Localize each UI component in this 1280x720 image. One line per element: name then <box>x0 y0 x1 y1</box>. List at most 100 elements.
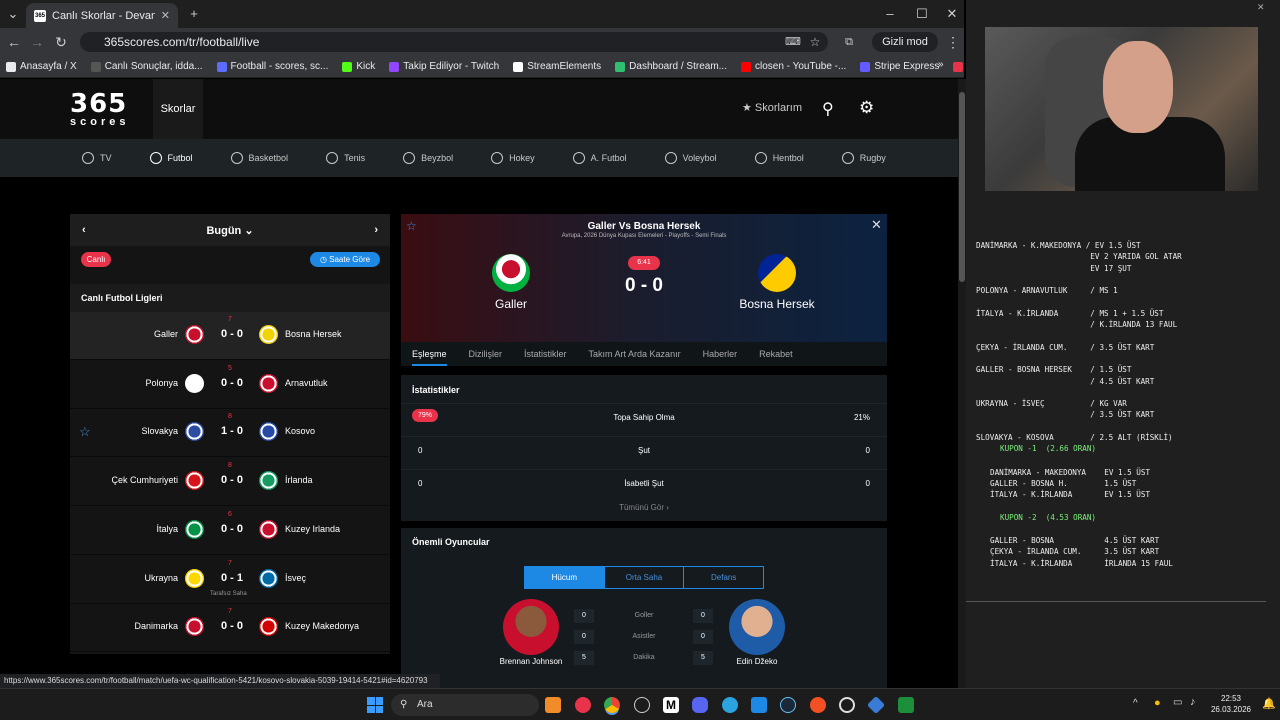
match-tab[interactable]: Eşleşme <box>412 349 447 366</box>
sport-tab-1[interactable]: Futbol <box>149 152 193 164</box>
match-row[interactable]: 6 İtalya 0 - 0 Kuzey Irlanda <box>70 506 390 555</box>
bookmark-item[interactable]: Football - scores, sc... <box>216 61 328 72</box>
sport-tab-7[interactable]: Voleybol <box>664 152 717 164</box>
discord-icon[interactable] <box>692 697 708 713</box>
match-row[interactable]: 7 Galler 0 - 0 Bosna Hersek <box>70 312 390 360</box>
steam-icon[interactable] <box>780 697 796 713</box>
match-tab[interactable]: Haberler <box>703 349 738 359</box>
address-bar[interactable]: 365scores.com/tr/football/live <box>80 32 828 52</box>
bookmark-item[interactable]: Takip Ediliyor - Twitch <box>389 61 499 72</box>
bookmark-item[interactable]: Kick <box>342 61 375 72</box>
back-icon[interactable]: ← <box>5 33 23 51</box>
menu-icon[interactable]: ⋮ <box>944 33 962 51</box>
match-row[interactable]: ☆ 8 Slovakya 1 - 0 Kosovo <box>70 409 390 458</box>
bookmark-item[interactable]: Canlı Sonuçlar, idda... <box>90 61 203 72</box>
away-flag-icon <box>259 471 278 491</box>
sport-tab-5[interactable]: Hokey <box>491 152 535 164</box>
position-tab[interactable]: Orta Saha <box>605 567 685 588</box>
match-score: 0 - 0 <box>220 620 243 633</box>
sport-tab-6[interactable]: A. Futbol <box>572 152 627 164</box>
settings-gear-icon[interactable] <box>839 697 855 713</box>
forward-icon[interactable]: → <box>28 33 46 51</box>
new-tab-icon[interactable]: + <box>184 5 204 23</box>
bookmark-item[interactable]: Dashboard / Stream... <box>615 61 727 72</box>
sport-tab-2[interactable]: Basketbol <box>230 152 288 164</box>
reload-icon[interactable]: ↻ <box>52 33 70 51</box>
app-m-icon[interactable]: M <box>663 697 679 713</box>
notifications-icon[interactable]: 🔔 <box>1262 697 1276 710</box>
taskbar-search[interactable]: ⚲ Ara <box>391 694 539 716</box>
microphone-icon[interactable]: ● <box>1154 697 1161 709</box>
match-row[interactable]: 8 Çek Cumhuriyeti 0 - 0 İrlanda <box>70 458 390 507</box>
telegram-icon[interactable] <box>722 697 738 713</box>
network-icon[interactable]: ▭ <box>1173 697 1182 708</box>
extensions-icon[interactable]: ⧉ <box>840 33 858 51</box>
bookmark-item[interactable]: Streamer Dashboard <box>953 61 964 72</box>
away-player-stat: 0 <box>693 609 713 623</box>
sort-by-time-button[interactable]: ◷ Saate Göre <box>310 252 380 267</box>
tab-list-icon[interactable]: ⌄ <box>3 5 23 23</box>
bookmark-item[interactable]: Stripe Express <box>860 61 939 72</box>
my-scores-link[interactable]: ★ Skorlarım <box>742 101 802 114</box>
match-score: 0 - 1 <box>220 571 243 584</box>
match-row[interactable]: 7 Danimarka 0 - 0 Kuzey Makedonya <box>70 604 390 653</box>
minimize-icon[interactable]: – <box>880 5 900 23</box>
date-selector[interactable]: Bugün ⌄ <box>206 224 253 237</box>
sport-icon <box>230 152 243 164</box>
stat-label: İsabetli Şut <box>624 479 664 488</box>
home-flag-icon <box>185 422 204 442</box>
tray-overflow-icon[interactable]: ^ <box>1133 698 1138 709</box>
ea-icon[interactable] <box>810 697 826 713</box>
scrollbar-thumb[interactable] <box>959 92 965 282</box>
sport-tab-0[interactable]: TV <box>82 152 112 164</box>
player-stat-label: Asistler <box>632 633 656 640</box>
home-player-avatar[interactable] <box>503 599 559 655</box>
match-tab[interactable]: Dizilişler <box>469 349 503 359</box>
bookmarks-more-icon[interactable]: » <box>938 59 944 70</box>
away-player-avatar[interactable] <box>729 599 785 655</box>
favorite-star-icon[interactable]: ☆ <box>79 424 91 440</box>
maximize-icon[interactable]: ☐ <box>912 5 932 23</box>
chrome-icon[interactable] <box>604 697 620 713</box>
next-day-icon[interactable]: › <box>374 224 378 236</box>
bookmark-item[interactable]: closen - YouTube -... <box>740 61 846 72</box>
search-icon[interactable]: ⚲ <box>822 99 834 119</box>
obs-icon[interactable] <box>634 697 650 713</box>
sport-icon <box>664 152 677 164</box>
prev-day-icon[interactable]: ‹ <box>82 224 86 236</box>
nav-skorlar[interactable]: Skorlar <box>153 79 203 139</box>
incognito-badge[interactable]: Gizli mod <box>872 32 938 52</box>
windows-start-icon[interactable] <box>367 697 383 713</box>
position-tab[interactable]: Defans <box>684 567 763 588</box>
sport-tab-4[interactable]: Beyzbol <box>403 152 453 164</box>
sport-tab-3[interactable]: Tenis <box>326 152 365 164</box>
bookmark-item[interactable]: Anasayfa / X <box>6 61 77 72</box>
site-logo[interactable]: 365 scores <box>70 91 142 128</box>
volume-icon[interactable]: ♪ <box>1190 696 1196 708</box>
close-window-icon[interactable]: ✕ <box>942 5 962 23</box>
match-tab[interactable]: Takım Art Arda Kazanır <box>589 349 681 359</box>
match-tab[interactable]: Rekabet <box>759 349 793 359</box>
sport-tab-8[interactable]: Hentbol <box>754 152 804 164</box>
position-tab[interactable]: Hücum <box>525 567 605 588</box>
sport-tab-9[interactable]: Rugby <box>841 152 886 164</box>
live-filter-button[interactable]: Canlı <box>81 252 111 267</box>
match-row[interactable]: 5 Polonya 0 - 0 Arnavutluk <box>70 360 390 409</box>
media-player-icon[interactable] <box>575 697 591 713</box>
close-tab-icon[interactable]: ✕ <box>161 9 170 22</box>
vlc-icon[interactable] <box>545 697 561 713</box>
match-row[interactable]: 7 Ukrayna 0 - 1 İsveç Tarafsız Saha <box>70 555 390 604</box>
bookmark-item[interactable]: StreamElements <box>513 61 601 72</box>
excel-icon[interactable] <box>898 697 914 713</box>
clock[interactable]: 22:53 26.03.2026 <box>1208 693 1254 715</box>
translate-icon[interactable]: ⌨ <box>784 33 802 51</box>
settings-gear-icon[interactable]: ⚙ <box>859 98 874 118</box>
bookmark-star-icon[interactable]: ☆ <box>806 33 824 51</box>
browser-tab[interactable]: 365 Canlı Skorlar - Devam eden ma... ✕ <box>26 3 178 28</box>
mail-icon[interactable] <box>751 697 767 713</box>
home-flag-icon <box>185 325 204 344</box>
close-icon[interactable]: ✕ <box>871 217 882 233</box>
app-diamond-icon[interactable] <box>866 695 886 715</box>
match-tab[interactable]: İstatistikler <box>524 349 567 359</box>
see-all-link[interactable]: Tümünü Gör › <box>401 503 887 512</box>
